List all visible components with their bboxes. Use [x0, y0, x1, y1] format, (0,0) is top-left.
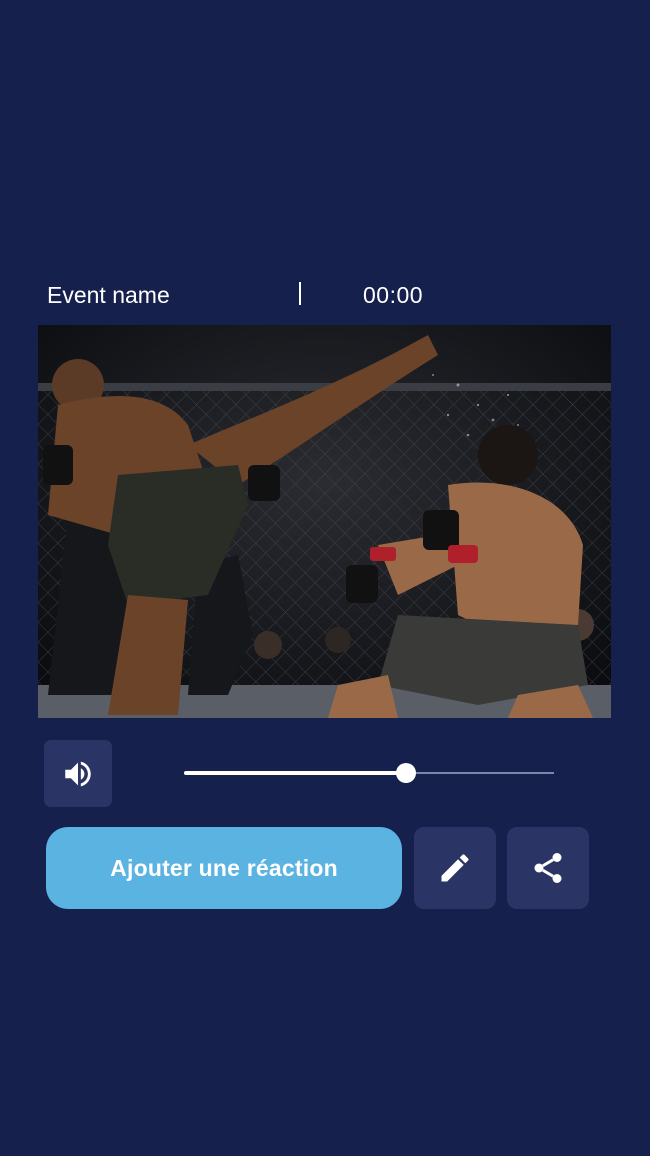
slider-fill	[184, 771, 406, 775]
pencil-icon	[441, 854, 469, 882]
header-divider	[299, 282, 301, 305]
share-button[interactable]	[507, 827, 589, 909]
event-name: Event name	[47, 282, 170, 308]
volume-icon	[65, 761, 91, 786]
edit-button[interactable]	[414, 827, 496, 909]
event-time: 00:00	[363, 282, 424, 308]
volume-button[interactable]	[44, 740, 112, 807]
playback-slider[interactable]	[184, 760, 554, 786]
screen: Event name 00:00 Ajouter une réaction	[0, 0, 650, 1156]
share-icon	[534, 853, 562, 883]
event-media[interactable]	[38, 325, 611, 718]
slider-thumb[interactable]	[396, 763, 416, 783]
add-reaction-label: Ajouter une réaction	[110, 854, 338, 881]
add-reaction-button[interactable]: Ajouter une réaction	[46, 827, 402, 909]
event-header: Event name 00:00	[47, 279, 467, 311]
fight-photo	[38, 325, 611, 718]
